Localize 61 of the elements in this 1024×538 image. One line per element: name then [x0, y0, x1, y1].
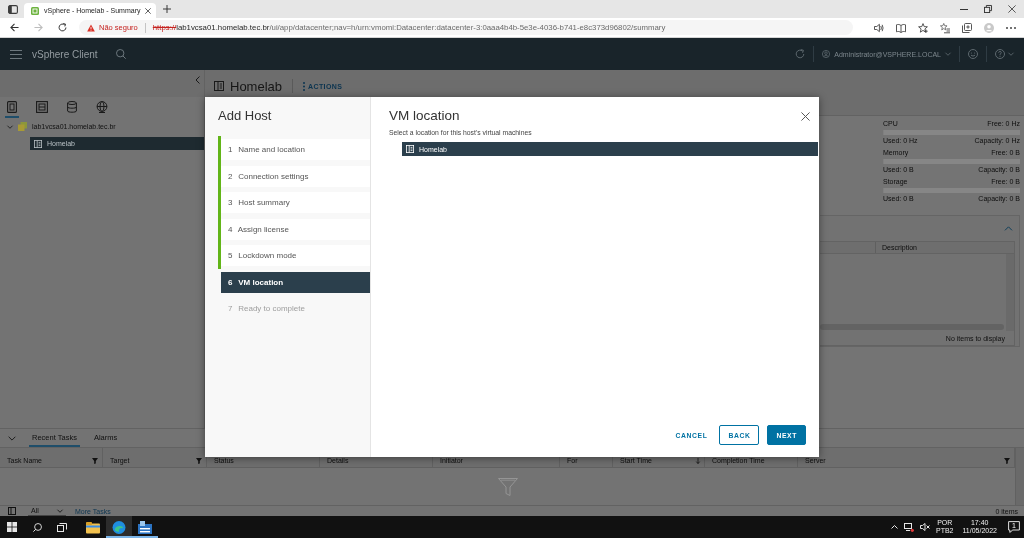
filter-icon[interactable] [92, 458, 98, 464]
arrow-left-icon[interactable] [10, 23, 19, 32]
app-title: vSphere Client [32, 48, 98, 60]
help-icon[interactable] [995, 49, 1005, 59]
book-icon[interactable] [896, 22, 906, 33]
start-menu-icon[interactable] [7, 522, 17, 532]
wizard-step[interactable]: 5 Lockdown mode [218, 242, 370, 269]
caret-down-icon [945, 52, 951, 56]
speaker-icon[interactable] [919, 523, 930, 531]
server-icon [138, 520, 152, 534]
more-vertical-icon [303, 81, 306, 91]
server-outline-icon [6, 100, 18, 113]
chevron-left-icon[interactable] [195, 76, 200, 84]
network-icon[interactable] [903, 522, 914, 532]
user-icon [822, 50, 831, 58]
message-icon [1008, 521, 1020, 533]
caret-down-icon[interactable] [7, 124, 13, 129]
refresh-icon[interactable] [58, 23, 67, 32]
warning-icon [87, 23, 95, 32]
page-title: Homelab [230, 78, 283, 94]
chevron-down-icon[interactable] [8, 435, 16, 441]
taskbar-app-button[interactable] [106, 516, 132, 538]
search-icon[interactable] [33, 522, 42, 532]
horizontal-scrollbar[interactable] [820, 324, 1004, 330]
filter-icon[interactable] [196, 458, 202, 464]
star-plus-icon[interactable] [918, 22, 928, 33]
funnel-icon [497, 477, 518, 496]
arrow-down-icon[interactable] [696, 458, 700, 464]
database-icon [66, 100, 78, 113]
minimize-icon[interactable] [960, 8, 968, 10]
menu-icon[interactable] [10, 49, 22, 59]
restore-icon[interactable] [984, 5, 992, 13]
dialog-title: Add Host [217, 107, 273, 124]
plus-icon[interactable] [163, 5, 171, 13]
swirl-logo-icon [112, 520, 126, 534]
close-icon[interactable] [1008, 5, 1016, 13]
sound-icon[interactable] [874, 22, 884, 33]
wizard-step[interactable]: 1 Name and location [218, 136, 370, 163]
stacked-squares-icon [31, 6, 39, 15]
page-title: VM location [389, 107, 460, 125]
layered-squares-icon [36, 100, 48, 113]
globe-icon [96, 100, 108, 113]
folder-icon [86, 520, 100, 534]
building-icon [34, 139, 42, 148]
close-icon[interactable] [145, 7, 152, 14]
panel-icon[interactable] [8, 5, 18, 14]
caret-down-icon [57, 508, 63, 513]
collections-icon[interactable] [962, 22, 972, 33]
columns-icon[interactable] [8, 507, 16, 515]
smiley-icon[interactable] [968, 49, 978, 59]
filter-icon[interactable] [1004, 458, 1010, 464]
stacked-squares-icon [18, 122, 27, 131]
more-icon[interactable] [1006, 26, 1016, 29]
star-list-icon[interactable] [940, 22, 950, 33]
stacked-windows-icon[interactable] [57, 522, 67, 532]
building-icon [214, 81, 224, 91]
building-icon [406, 145, 414, 153]
wizard-step[interactable]: 2 Connection settings [218, 162, 370, 189]
close-icon[interactable] [801, 111, 810, 121]
wizard-step[interactable]: 4 Assign license [218, 215, 370, 242]
wizard-step[interactable]: 3 Host summary [218, 189, 370, 216]
